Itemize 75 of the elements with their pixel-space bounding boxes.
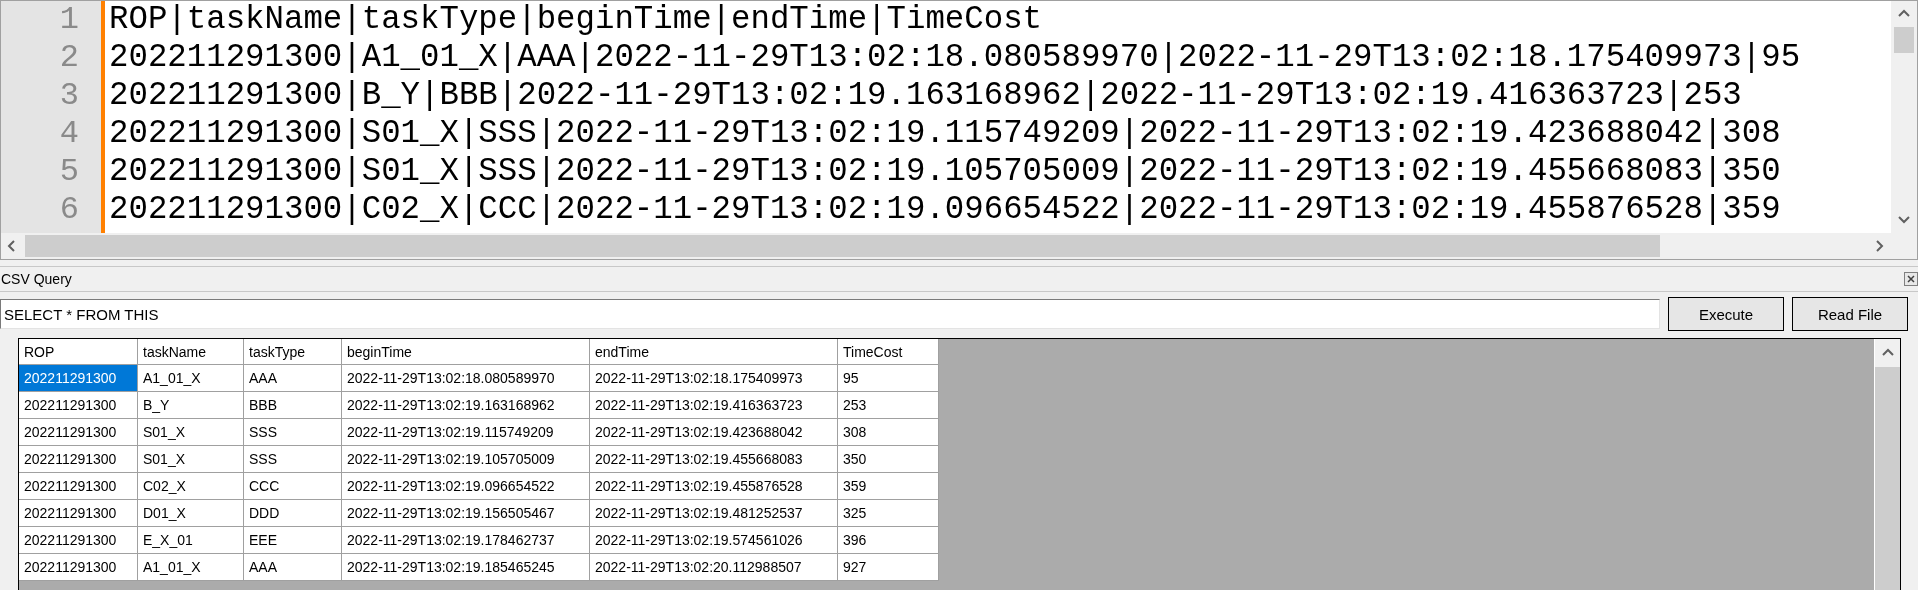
- code-line: 202211291300|S01_X|SSS|2022-11-29T13:02:19.115749209|2022-11-29T13:02:19.423688042|308: [109, 115, 1781, 153]
- table-cell[interactable]: 202211291300: [19, 392, 138, 419]
- table-cell[interactable]: 2022-11-29T13:02:19.455668083: [590, 446, 838, 473]
- table-cell[interactable]: 253: [838, 392, 939, 419]
- table-cell[interactable]: 202211291300: [19, 527, 138, 554]
- table-cell[interactable]: 2022-11-29T13:02:19.416363723: [590, 392, 838, 419]
- table-cell[interactable]: D01_X: [138, 500, 244, 527]
- table-cell[interactable]: 202211291300: [19, 446, 138, 473]
- table-cell[interactable]: S01_X: [138, 446, 244, 473]
- column-header[interactable]: taskType: [244, 339, 342, 365]
- table-cell[interactable]: 350: [838, 446, 939, 473]
- scrollbar-thumb[interactable]: [1875, 367, 1900, 590]
- table-cell[interactable]: A1_01_X: [138, 365, 244, 392]
- code-line: 202211291300|C02_X|CCC|2022-11-29T13:02:19.096654522|2022-11-29T13:02:19.455876528|359: [109, 191, 1781, 229]
- line-number: 4: [59, 115, 79, 153]
- table-cell[interactable]: 325: [838, 500, 939, 527]
- table-cell[interactable]: 2022-11-29T13:02:19.455876528: [590, 473, 838, 500]
- table-cell[interactable]: 396: [838, 527, 939, 554]
- line-number: 6: [59, 191, 79, 229]
- table-cell[interactable]: B_Y: [138, 392, 244, 419]
- table-cell[interactable]: 202211291300: [19, 500, 138, 527]
- action-button[interactable]: Read File: [1792, 297, 1908, 331]
- table-cell[interactable]: E_X_01: [138, 527, 244, 554]
- line-number: 1: [59, 1, 79, 39]
- table-cell[interactable]: AAA: [244, 365, 342, 392]
- table-cell[interactable]: C02_X: [138, 473, 244, 500]
- column-header[interactable]: TimeCost: [838, 339, 939, 365]
- column-header[interactable]: ROP: [19, 339, 138, 365]
- column-header[interactable]: taskName: [138, 339, 244, 365]
- table-cell[interactable]: S01_X: [138, 419, 244, 446]
- line-number: 5: [59, 153, 79, 191]
- table-cell[interactable]: 2022-11-29T13:02:19.185465245: [342, 554, 590, 581]
- text-editor[interactable]: [0, 0, 1918, 260]
- table-cell[interactable]: 202211291300: [19, 473, 138, 500]
- panel-title: CSV Query: [1, 271, 72, 287]
- action-button[interactable]: Execute: [1668, 297, 1784, 331]
- scrollbar-thumb[interactable]: [25, 235, 1660, 257]
- table-cell[interactable]: 2022-11-29T13:02:19.115749209: [342, 419, 590, 446]
- query-field[interactable]: SELECT * FROM THIS: [0, 299, 1660, 329]
- code-line: 202211291300|S01_X|SSS|2022-11-29T13:02:19.105705009|2022-11-29T13:02:19.455668083|350: [109, 153, 1781, 191]
- table-cell[interactable]: 2022-11-29T13:02:19.574561026: [590, 527, 838, 554]
- table-cell[interactable]: A1_01_X: [138, 554, 244, 581]
- table-cell[interactable]: 95: [838, 365, 939, 392]
- table-cell[interactable]: DDD: [244, 500, 342, 527]
- table-cell[interactable]: EEE: [244, 527, 342, 554]
- table-cell[interactable]: BBB: [244, 392, 342, 419]
- code-line: 202211291300|B_Y|BBB|2022-11-29T13:02:19.163168962|2022-11-29T13:02:19.416363723|253: [109, 77, 1742, 115]
- table-cell[interactable]: 359: [838, 473, 939, 500]
- table-cell[interactable]: 202211291300: [19, 419, 138, 446]
- table-cell[interactable]: 2022-11-29T13:02:18.175409973: [590, 365, 838, 392]
- table-cell[interactable]: 202211291300: [19, 554, 138, 581]
- line-number: 3: [59, 77, 79, 115]
- close-icon[interactable]: [1904, 272, 1918, 286]
- line-number: 2: [59, 39, 79, 77]
- table-cell[interactable]: 202211291300: [19, 365, 138, 392]
- scrollbar-thumb[interactable]: [1894, 27, 1914, 53]
- table-cell[interactable]: 2022-11-29T13:02:19.105705009: [342, 446, 590, 473]
- table-cell[interactable]: 2022-11-29T13:02:19.178462737: [342, 527, 590, 554]
- table-cell[interactable]: 308: [838, 419, 939, 446]
- table-cell[interactable]: SSS: [244, 419, 342, 446]
- table-cell[interactable]: 927: [838, 554, 939, 581]
- column-header[interactable]: beginTime: [342, 339, 590, 365]
- column-header[interactable]: endTime: [590, 339, 838, 365]
- table-cell[interactable]: AAA: [244, 554, 342, 581]
- table-cell[interactable]: 2022-11-29T13:02:19.096654522: [342, 473, 590, 500]
- table-cell[interactable]: 2022-11-29T13:02:19.163168962: [342, 392, 590, 419]
- code-line: ROP|taskName|taskType|beginTime|endTime|TimeCost: [109, 1, 1042, 39]
- table-cell[interactable]: 2022-11-29T13:02:19.156505467: [342, 500, 590, 527]
- code-line: 202211291300|A1_01_X|AAA|2022-11-29T13:02:18.080589970|2022-11-29T13:02:18.175409973|95: [109, 39, 1801, 77]
- table-cell[interactable]: 2022-11-29T13:02:19.481252537: [590, 500, 838, 527]
- table-cell[interactable]: SSS: [244, 446, 342, 473]
- table-cell[interactable]: 2022-11-29T13:02:18.080589970: [342, 365, 590, 392]
- table-cell[interactable]: 2022-11-29T13:02:20.112988507: [590, 554, 838, 581]
- table-cell[interactable]: 2022-11-29T13:02:19.423688042: [590, 419, 838, 446]
- table-cell[interactable]: CCC: [244, 473, 342, 500]
